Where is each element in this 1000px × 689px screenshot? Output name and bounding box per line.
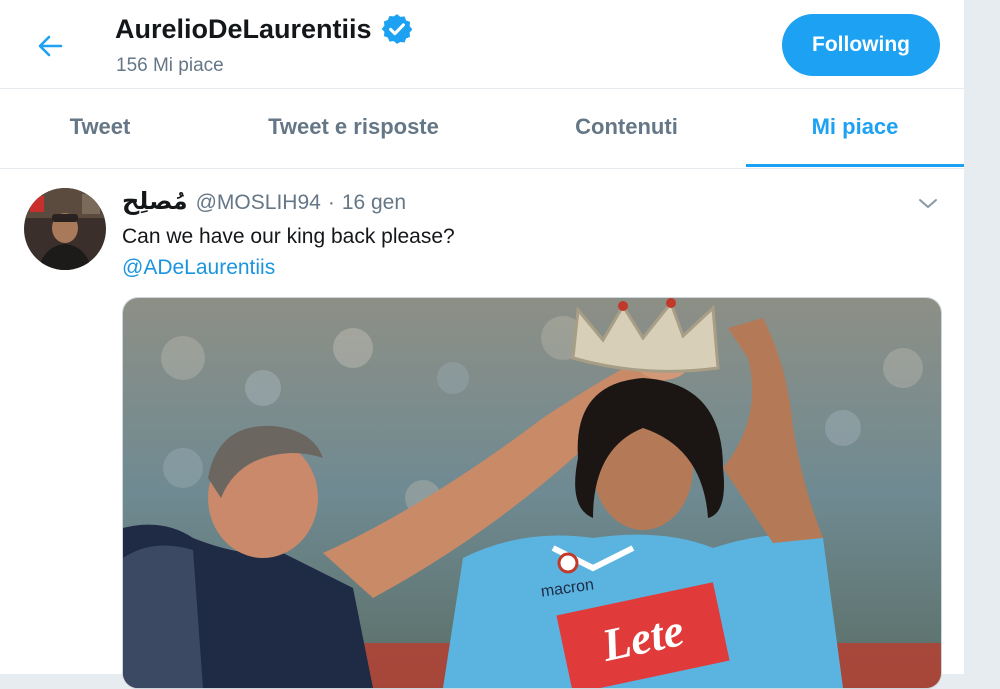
back-arrow-icon [38,35,63,57]
tweet-text: Can we have our king back please? [122,225,455,248]
tweet-author-name[interactable]: مُصلِح [122,187,188,216]
tweet[interactable]: مُصلِح @MOSLIH94 · 16 gen Can we have ou… [0,169,964,689]
profile-tabs: Tweet Tweet e risposte Contenuti Mi piac… [0,88,964,169]
verified-badge-icon [380,12,414,46]
tab-contenuti[interactable]: Contenuti [507,88,746,166]
following-button[interactable]: Following [782,14,940,76]
avatar[interactable] [24,188,106,270]
chevron-down-icon [919,199,937,208]
tweet-menu-button[interactable] [916,191,940,215]
page-title: AurelioDeLaurentiis [115,12,414,46]
tweet-media-image[interactable]: Lete macron [122,297,942,689]
profile-header: AurelioDeLaurentiis 156 Mi piace Followi… [0,0,964,89]
tab-mi-piace[interactable]: Mi piace [746,88,964,166]
tweet-date[interactable]: 16 gen [342,191,406,215]
meta-separator: · [327,191,335,214]
back-button[interactable] [30,26,70,66]
likes-count: 156 Mi piace [116,55,224,76]
tweet-header: مُصلِح @MOSLIH94 · 16 gen [122,187,406,216]
profile-name: AurelioDeLaurentiis [115,13,372,44]
tweet-author-handle[interactable]: @MOSLIH94 [196,191,321,215]
profile-column: AurelioDeLaurentiis 156 Mi piace Followi… [0,0,965,689]
tab-tweet-e-risposte[interactable]: Tweet e risposte [200,88,507,166]
tab-tweet[interactable]: Tweet [0,88,200,166]
tweet-mention-link[interactable]: @ADeLaurentiis [122,256,275,280]
active-tab-indicator [746,164,964,167]
